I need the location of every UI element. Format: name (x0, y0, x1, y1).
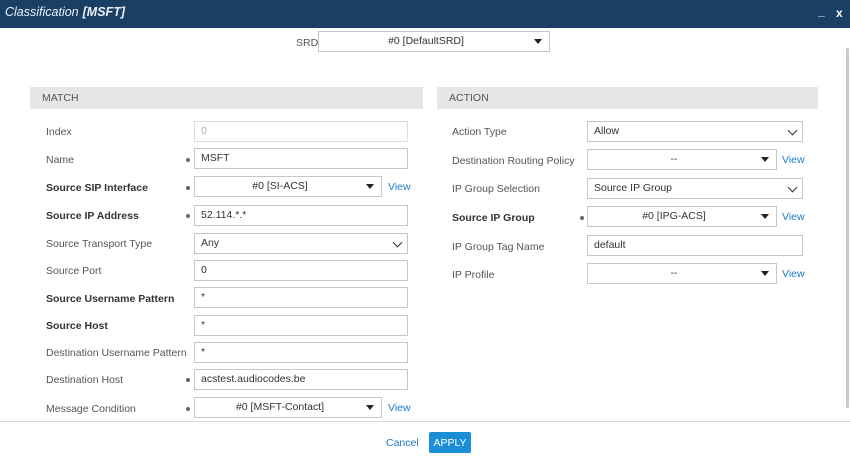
required-dot-icon (186, 214, 190, 218)
dialog-title-object: [MSFT] (82, 5, 125, 19)
ip-profile-select[interactable]: -- (587, 263, 777, 284)
message-condition-label: Message Condition (46, 403, 136, 415)
source-ip-address-label: Source IP Address (46, 210, 139, 222)
destination-routing-policy-view-link[interactable]: View (782, 154, 805, 166)
ip-group-selection-value: Source IP Group (594, 182, 673, 194)
source-transport-type-label: Source Transport Type (46, 238, 153, 250)
dialog-footer: Cancel APPLY (0, 421, 850, 460)
source-host-label: Source Host (46, 320, 108, 332)
ip-group-selection-label: IP Group Selection (452, 183, 540, 195)
required-dot-icon (186, 158, 190, 162)
destination-host-input[interactable]: acstest.audiocodes.be (194, 369, 408, 390)
dropdown-arrow-icon (366, 405, 374, 410)
source-sip-interface-view-link[interactable]: View (388, 181, 411, 193)
destination-username-pattern-input[interactable]: * (194, 342, 408, 363)
dropdown-arrow-icon (761, 214, 769, 219)
destination-routing-policy-label: Destination Routing Policy (452, 155, 575, 167)
message-condition-view-link[interactable]: View (388, 402, 411, 414)
minimize-icon[interactable]: _ (818, 4, 825, 18)
source-ip-group-label: Source IP Group (452, 212, 535, 224)
ip-profile-label: IP Profile (452, 269, 495, 281)
match-section-header: MATCH (30, 87, 423, 109)
message-condition-select[interactable]: #0 [MSFT-Contact] (194, 397, 382, 418)
source-ip-address-input[interactable]: 52.114.*.* (194, 205, 408, 226)
cancel-button[interactable]: Cancel (386, 437, 419, 449)
dropdown-arrow-icon (366, 184, 374, 189)
source-sip-interface-value: #0 [SI-ACS] (252, 180, 308, 192)
source-port-label: Source Port (46, 265, 102, 277)
ip-group-tag-name-input[interactable]: default (587, 235, 803, 256)
srd-label: SRD (296, 37, 319, 49)
destination-host-label: Destination Host (46, 374, 124, 386)
source-port-input[interactable]: 0 (194, 260, 408, 281)
ip-profile-view-link[interactable]: View (782, 268, 805, 280)
required-dot-icon (186, 378, 190, 382)
destination-routing-policy-value: -- (670, 153, 678, 165)
scrollbar[interactable] (846, 48, 849, 408)
srd-value: #0 [DefaultSRD] (388, 35, 464, 47)
message-condition-value: #0 [MSFT-Contact] (235, 401, 325, 413)
action-type-value: Allow (594, 125, 620, 137)
ip-profile-value: -- (670, 267, 678, 279)
apply-button[interactable]: APPLY (429, 432, 471, 453)
required-dot-icon (186, 407, 190, 411)
source-ip-group-view-link[interactable]: View (782, 211, 805, 223)
close-icon[interactable]: x (836, 6, 843, 20)
ip-group-tag-name-label: IP Group Tag Name (452, 241, 545, 253)
dialog-titlebar: Classification [MSFT] _ x (0, 0, 850, 28)
dialog-title-text: Classification (5, 5, 79, 19)
action-section-header: ACTION (437, 87, 818, 109)
action-type-select[interactable]: Allow (587, 121, 803, 142)
name-input[interactable]: MSFT (194, 148, 408, 169)
dialog-title: Classification [MSFT] (5, 5, 125, 19)
chevron-down-icon (787, 182, 798, 193)
chevron-down-icon (392, 237, 403, 248)
srd-select[interactable]: #0 [DefaultSRD] (318, 31, 550, 52)
action-type-label: Action Type (452, 126, 507, 138)
source-ip-group-value: #0 [IPG-ACS] (642, 210, 706, 222)
ip-group-selection-select[interactable]: Source IP Group (587, 178, 803, 199)
name-label: Name (46, 154, 75, 166)
index-field: 0 (194, 121, 408, 142)
dropdown-arrow-icon (534, 39, 542, 44)
source-username-pattern-input[interactable]: * (194, 287, 408, 308)
source-username-pattern-label: Source Username Pattern (46, 293, 175, 305)
destination-routing-policy-select[interactable]: -- (587, 149, 777, 170)
source-transport-type-select[interactable]: Any (194, 233, 408, 254)
source-host-input[interactable]: * (194, 315, 408, 336)
required-dot-icon (580, 216, 584, 220)
source-transport-type-value: Any (201, 237, 220, 249)
source-ip-group-select[interactable]: #0 [IPG-ACS] (587, 206, 777, 227)
source-sip-interface-select[interactable]: #0 [SI-ACS] (194, 176, 382, 197)
dropdown-arrow-icon (761, 271, 769, 276)
destination-username-pattern-label: Destination Username Pattern (46, 347, 187, 359)
required-dot-icon (186, 186, 190, 190)
source-sip-interface-label: Source SIP Interface (46, 182, 148, 194)
index-label: Index (46, 126, 72, 138)
chevron-down-icon (787, 125, 798, 136)
dropdown-arrow-icon (761, 157, 769, 162)
